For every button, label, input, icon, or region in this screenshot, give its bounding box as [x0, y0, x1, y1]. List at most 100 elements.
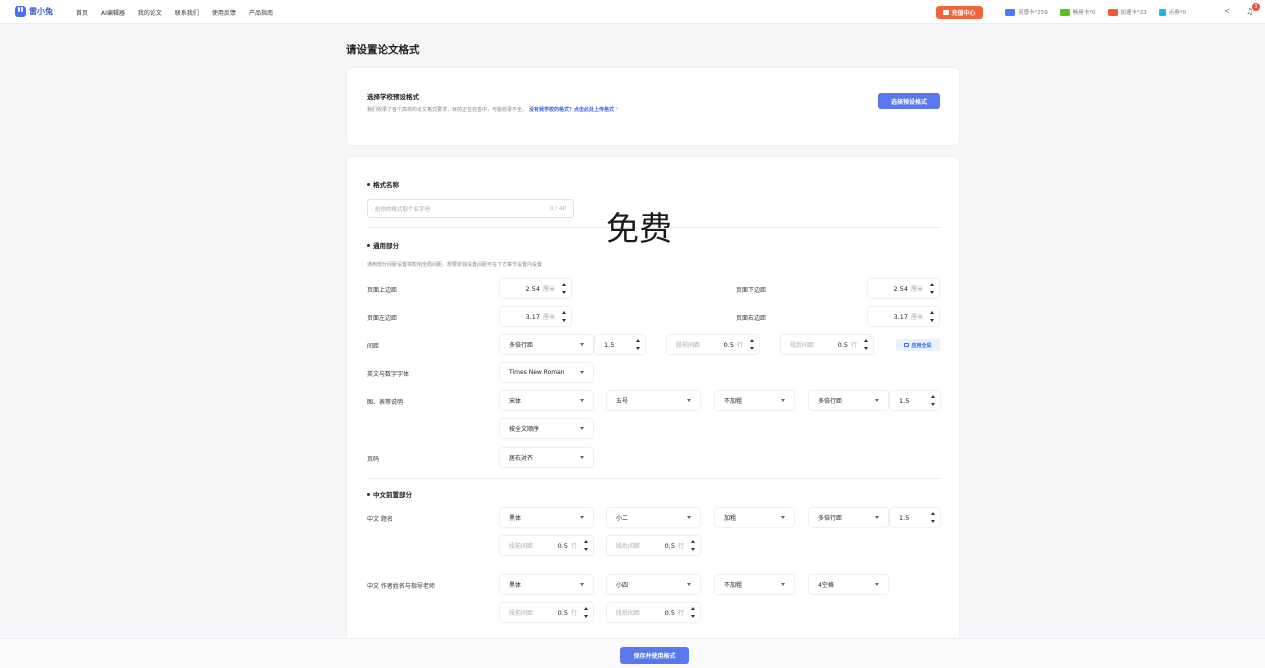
- nav-guide[interactable]: 产品指南: [249, 8, 273, 17]
- title-weight-select[interactable]: 加粗: [715, 508, 794, 527]
- stepper-arrows[interactable]: [928, 311, 935, 322]
- format-name-input[interactable]: 给你的格式取个名字吧 0 / 40: [367, 199, 574, 218]
- en-font-label: 英文与数字字体: [367, 371, 410, 378]
- apply-global-button[interactable]: 应用全局: [896, 339, 940, 351]
- stepper-arrows[interactable]: [862, 339, 869, 350]
- gift-icon: [943, 10, 950, 15]
- down-arrow-icon[interactable]: [561, 319, 566, 322]
- down-arrow-icon[interactable]: [749, 347, 754, 350]
- line-spacing-mode-select[interactable]: 多倍行距: [500, 335, 593, 354]
- down-arrow-icon[interactable]: [929, 319, 934, 322]
- author-weight-select[interactable]: 不加粗: [715, 575, 794, 594]
- line-spacing-value-stepper[interactable]: 1.5: [595, 335, 645, 354]
- author-space-before-stepper[interactable]: 段前间距 0.5 行: [500, 603, 593, 622]
- chevron-down-icon: [781, 583, 785, 586]
- caption-line-mode-select[interactable]: 多倍行距: [809, 391, 888, 410]
- up-arrow-icon[interactable]: [929, 311, 934, 314]
- section-label: 格式名称: [373, 181, 399, 189]
- coupon-icon: [1158, 8, 1166, 16]
- card-inspiration[interactable]: 灵感卡*259: [1005, 8, 1048, 16]
- logo[interactable]: 雷小兔: [15, 6, 53, 17]
- card-coupon[interactable]: 点券*0: [1158, 8, 1186, 16]
- down-arrow-icon[interactable]: [635, 347, 640, 350]
- page-number-align-select[interactable]: 居右对齐: [500, 448, 593, 467]
- down-arrow-icon[interactable]: [929, 291, 934, 294]
- nav-ai-editor[interactable]: AI编辑器: [101, 8, 125, 17]
- stepper-arrows[interactable]: [582, 607, 589, 618]
- stepper-arrows[interactable]: [560, 283, 567, 294]
- general-section-heading: 通用部分: [367, 240, 399, 250]
- stepper-arrows[interactable]: [689, 540, 696, 551]
- up-arrow-icon[interactable]: [749, 339, 754, 342]
- title-space-after-stepper[interactable]: 段后间距 0.5 行: [607, 536, 700, 555]
- nav-feedback[interactable]: 使用反馈: [212, 8, 236, 17]
- author-font-select[interactable]: 黑体: [500, 575, 593, 594]
- stepper-arrows[interactable]: [634, 339, 641, 350]
- author-indent-select[interactable]: 4空格: [809, 575, 888, 594]
- up-arrow-icon[interactable]: [930, 512, 935, 515]
- up-arrow-icon[interactable]: [863, 339, 868, 342]
- caption-order-select[interactable]: 按全文顺序: [500, 419, 593, 438]
- spacing-label: 间距: [367, 343, 380, 350]
- author-size-select[interactable]: 小四: [607, 575, 700, 594]
- stepper-arrows[interactable]: [929, 395, 936, 406]
- general-section-note: 通用部分间距设置将影响全局间距。想要单独设置间距可在下方章节设置内设置: [367, 262, 543, 268]
- stepper-arrows[interactable]: [929, 512, 936, 523]
- top-margin-stepper[interactable]: 2.54 厘米: [500, 279, 571, 298]
- bottom-margin-stepper[interactable]: 2.54 厘米: [868, 279, 939, 298]
- left-margin-stepper[interactable]: 3.17 厘米: [500, 307, 571, 326]
- card-balances: 灵感卡*259 畅用卡*0 加速卡*23 点券*0: [1005, 8, 1186, 16]
- up-arrow-icon[interactable]: [561, 311, 566, 314]
- right-margin-stepper[interactable]: 3.17 厘米: [868, 307, 939, 326]
- value: 3.17: [893, 312, 908, 321]
- section-label: 中文前置部分: [373, 491, 412, 499]
- down-arrow-icon[interactable]: [583, 615, 588, 618]
- nav-my-papers[interactable]: 我的论文: [138, 8, 162, 17]
- up-arrow-icon[interactable]: [690, 540, 695, 543]
- title-line-mode-select[interactable]: 多倍行距: [809, 508, 888, 527]
- title-space-before-stepper[interactable]: 段前间距 0.5 行: [500, 536, 593, 555]
- up-arrow-icon[interactable]: [635, 339, 640, 342]
- up-arrow-icon[interactable]: [930, 395, 935, 398]
- up-arrow-icon[interactable]: [929, 283, 934, 286]
- inspiration-card-icon: [1005, 8, 1015, 16]
- nav-contact[interactable]: 联系我们: [175, 8, 199, 17]
- up-arrow-icon[interactable]: [583, 607, 588, 610]
- title-line-value-stepper[interactable]: 1.5: [890, 508, 940, 527]
- choose-preset-button[interactable]: 选择预设格式: [878, 93, 940, 109]
- value: 1.5: [899, 396, 910, 405]
- nav-home[interactable]: 首页: [76, 8, 88, 17]
- upload-format-link[interactable]: 没有我学校的格式？点击此处上传格式: [529, 106, 614, 113]
- stepper-arrows[interactable]: [560, 311, 567, 322]
- share-icon[interactable]: <: [1224, 8, 1231, 15]
- en-font-select[interactable]: Times New Roman: [500, 363, 593, 382]
- caption-font-select[interactable]: 宋体: [500, 391, 593, 410]
- up-arrow-icon[interactable]: [690, 607, 695, 610]
- stepper-arrows[interactable]: [748, 339, 755, 350]
- down-arrow-icon[interactable]: [930, 403, 935, 406]
- up-arrow-icon[interactable]: [583, 540, 588, 543]
- space-before-stepper[interactable]: 段前间距 0.5 行: [667, 335, 759, 354]
- title-size-select[interactable]: 小二: [607, 508, 700, 527]
- card-unlimited[interactable]: 畅用卡*0: [1059, 8, 1096, 16]
- down-arrow-icon[interactable]: [690, 548, 695, 551]
- up-arrow-icon[interactable]: [561, 283, 566, 286]
- card-speedup[interactable]: 加速卡*23: [1107, 8, 1147, 16]
- caption-size-select[interactable]: 五号: [607, 391, 700, 410]
- down-arrow-icon[interactable]: [863, 347, 868, 350]
- down-arrow-icon[interactable]: [690, 615, 695, 618]
- stepper-arrows[interactable]: [582, 540, 589, 551]
- down-arrow-icon[interactable]: [583, 548, 588, 551]
- caption-line-value-stepper[interactable]: 1.5: [890, 391, 940, 410]
- stepper-arrows[interactable]: [928, 283, 935, 294]
- recharge-center-button[interactable]: 充值中心: [936, 6, 983, 19]
- title-font-select[interactable]: 黑体: [500, 508, 593, 527]
- space-after-stepper[interactable]: 段后间距 0.5 行: [781, 335, 873, 354]
- down-arrow-icon[interactable]: [561, 291, 566, 294]
- notification-button[interactable]: ♫ 3: [1246, 3, 1260, 17]
- author-space-after-stepper[interactable]: 段后间距 0.5 行: [607, 603, 700, 622]
- down-arrow-icon[interactable]: [930, 520, 935, 523]
- save-and-use-button[interactable]: 保存并使用格式: [620, 647, 689, 664]
- caption-weight-select[interactable]: 不加粗: [715, 391, 794, 410]
- stepper-arrows[interactable]: [689, 607, 696, 618]
